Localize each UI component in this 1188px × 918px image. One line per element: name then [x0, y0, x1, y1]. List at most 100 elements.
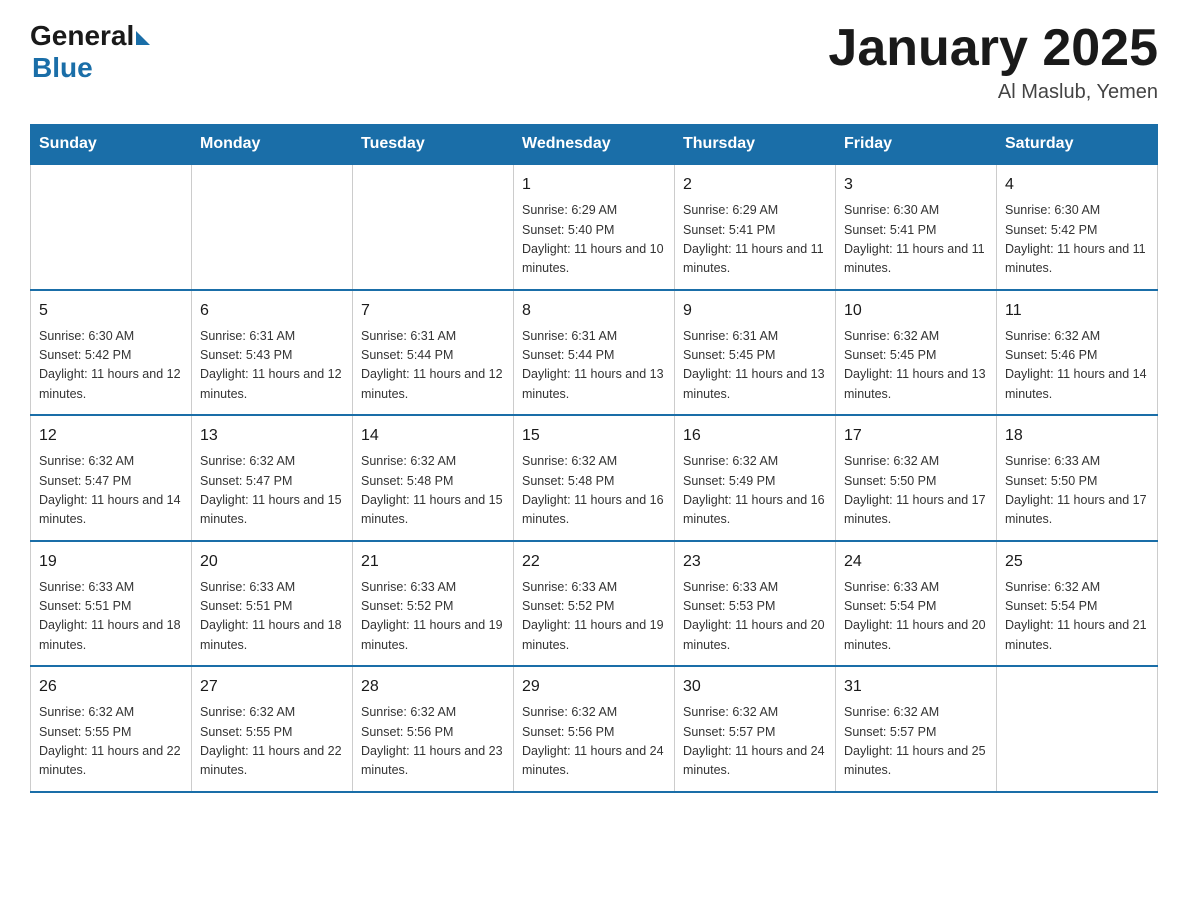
day-number: 15: [522, 424, 666, 448]
day-info: Sunrise: 6:33 AM Sunset: 5:53 PM Dayligh…: [683, 578, 827, 656]
calendar-cell: 28 Sunrise: 6:32 AM Sunset: 5:56 PM Dayli…: [353, 666, 514, 792]
day-info: Sunrise: 6:32 AM Sunset: 5:49 PM Dayligh…: [683, 452, 827, 530]
day-number: 22: [522, 550, 666, 574]
day-info: Sunrise: 6:31 AM Sunset: 5:44 PM Dayligh…: [522, 327, 666, 405]
calendar-cell: 27 Sunrise: 6:32 AM Sunset: 5:55 PM Dayli…: [192, 666, 353, 792]
day-info: Sunrise: 6:32 AM Sunset: 5:55 PM Dayligh…: [200, 703, 344, 781]
day-number: 3: [844, 173, 988, 197]
day-info: Sunrise: 6:32 AM Sunset: 5:56 PM Dayligh…: [361, 703, 505, 781]
calendar-cell: 21Sunrise: 6:33 AM Sunset: 5:52 PM Dayli…: [353, 541, 514, 667]
day-info: Sunrise: 6:32 AM Sunset: 5:57 PM Dayligh…: [683, 703, 827, 781]
calendar-cell: 16 Sunrise: 6:32 AM Sunset: 5:49 PM Dayli…: [675, 415, 836, 541]
calendar-cell: 14 Sunrise: 6:32 AM Sunset: 5:48 PM Dayli…: [353, 415, 514, 541]
logo-arrow-icon: [136, 31, 150, 45]
day-info: Sunrise: 6:32 AM Sunset: 5:56 PM Dayligh…: [522, 703, 666, 781]
calendar-cell: 11 Sunrise: 6:32 AM Sunset: 5:46 PM Dayli…: [997, 290, 1158, 416]
day-info: Sunrise: 6:32 AM Sunset: 5:48 PM Dayligh…: [361, 452, 505, 530]
day-number: 8: [522, 299, 666, 323]
day-info: Sunrise: 6:30 AM Sunset: 5:42 PM Dayligh…: [39, 327, 183, 405]
day-number: 16: [683, 424, 827, 448]
calendar-cell: [997, 666, 1158, 792]
calendar-cell: 8 Sunrise: 6:31 AM Sunset: 5:44 PM Daylig…: [514, 290, 675, 416]
weekday-header-friday: Friday: [836, 125, 997, 165]
day-number: 17: [844, 424, 988, 448]
day-number: 5: [39, 299, 183, 323]
calendar-week-row: 5 Sunrise: 6:30 AM Sunset: 5:42 PM Daylig…: [31, 290, 1158, 416]
day-info: Sunrise: 6:30 AM Sunset: 5:41 PM Dayligh…: [844, 201, 988, 279]
day-info: Sunrise: 6:32 AM Sunset: 5:50 PM Dayligh…: [844, 452, 988, 530]
day-number: 24: [844, 550, 988, 574]
day-number: 27: [200, 675, 344, 699]
calendar-cell: [353, 164, 514, 290]
day-number: 19: [39, 550, 183, 574]
calendar-cell: 24 Sunrise: 6:33 AM Sunset: 5:54 PM Dayli…: [836, 541, 997, 667]
day-number: 1: [522, 173, 666, 197]
weekday-header-saturday: Saturday: [997, 125, 1158, 165]
calendar-cell: 9 Sunrise: 6:31 AM Sunset: 5:45 PM Daylig…: [675, 290, 836, 416]
weekday-header-tuesday: Tuesday: [353, 125, 514, 165]
calendar-cell: 13 Sunrise: 6:32 AM Sunset: 5:47 PM Dayli…: [192, 415, 353, 541]
calendar-cell: 20Sunrise: 6:33 AM Sunset: 5:51 PM Dayli…: [192, 541, 353, 667]
day-number: 20: [200, 550, 344, 574]
day-number: 26: [39, 675, 183, 699]
calendar-cell: 22 Sunrise: 6:33 AM Sunset: 5:52 PM Dayli…: [514, 541, 675, 667]
logo-blue-text: Blue: [32, 52, 93, 84]
day-info: Sunrise: 6:32 AM Sunset: 5:47 PM Dayligh…: [39, 452, 183, 530]
day-number: 4: [1005, 173, 1149, 197]
day-info: Sunrise: 6:33 AM Sunset: 5:54 PM Dayligh…: [844, 578, 988, 656]
calendar-week-row: 19 Sunrise: 6:33 AM Sunset: 5:51 PM Dayli…: [31, 541, 1158, 667]
day-info: Sunrise: 6:33 AM Sunset: 5:50 PM Dayligh…: [1005, 452, 1149, 530]
logo-general-text: General: [30, 20, 134, 52]
day-number: 2: [683, 173, 827, 197]
calendar-cell: [31, 164, 192, 290]
day-info: Sunrise: 6:32 AM Sunset: 5:55 PM Dayligh…: [39, 703, 183, 781]
calendar-cell: 23 Sunrise: 6:33 AM Sunset: 5:53 PM Dayli…: [675, 541, 836, 667]
calendar-cell: 19 Sunrise: 6:33 AM Sunset: 5:51 PM Dayli…: [31, 541, 192, 667]
day-info: Sunrise: 6:33 AM Sunset: 5:52 PM Dayligh…: [522, 578, 666, 656]
calendar-cell: 30 Sunrise: 6:32 AM Sunset: 5:57 PM Dayli…: [675, 666, 836, 792]
day-number: 11: [1005, 299, 1149, 323]
day-number: 18: [1005, 424, 1149, 448]
day-info: Sunrise: 6:29 AM Sunset: 5:40 PM Dayligh…: [522, 201, 666, 279]
day-number: 6: [200, 299, 344, 323]
day-number: 14: [361, 424, 505, 448]
day-number: 10: [844, 299, 988, 323]
day-number: 28: [361, 675, 505, 699]
day-info: Sunrise: 6:32 AM Sunset: 5:46 PM Dayligh…: [1005, 327, 1149, 405]
day-info: Sunrise: 6:32 AM Sunset: 5:48 PM Dayligh…: [522, 452, 666, 530]
calendar-cell: 29 Sunrise: 6:32 AM Sunset: 5:56 PM Dayli…: [514, 666, 675, 792]
calendar-cell: 15 Sunrise: 6:32 AM Sunset: 5:48 PM Dayli…: [514, 415, 675, 541]
month-title: January 2025: [828, 20, 1158, 77]
day-number: 13: [200, 424, 344, 448]
calendar-cell: 25 Sunrise: 6:32 AM Sunset: 5:54 PM Dayli…: [997, 541, 1158, 667]
day-info: Sunrise: 6:33 AM Sunset: 5:51 PM Dayligh…: [39, 578, 183, 656]
day-number: 29: [522, 675, 666, 699]
day-number: 30: [683, 675, 827, 699]
weekday-header-monday: Monday: [192, 125, 353, 165]
day-number: 7: [361, 299, 505, 323]
calendar-cell: 7 Sunrise: 6:31 AM Sunset: 5:44 PM Daylig…: [353, 290, 514, 416]
day-number: 9: [683, 299, 827, 323]
calendar-week-row: 26 Sunrise: 6:32 AM Sunset: 5:55 PM Dayli…: [31, 666, 1158, 792]
day-info: Sunrise: 6:31 AM Sunset: 5:45 PM Dayligh…: [683, 327, 827, 405]
calendar-cell: 10Sunrise: 6:32 AM Sunset: 5:45 PM Dayli…: [836, 290, 997, 416]
day-number: 25: [1005, 550, 1149, 574]
day-number: 31: [844, 675, 988, 699]
calendar-cell: 17 Sunrise: 6:32 AM Sunset: 5:50 PM Dayli…: [836, 415, 997, 541]
calendar-cell: 2 Sunrise: 6:29 AM Sunset: 5:41 PM Daylig…: [675, 164, 836, 290]
logo: General Blue: [30, 20, 150, 84]
weekday-header-row: SundayMondayTuesdayWednesdayThursdayFrid…: [31, 125, 1158, 165]
day-number: 23: [683, 550, 827, 574]
calendar-cell: [192, 164, 353, 290]
page-header: General Blue January 2025 Al Maslub, Yem…: [30, 20, 1158, 104]
day-info: Sunrise: 6:31 AM Sunset: 5:44 PM Dayligh…: [361, 327, 505, 405]
day-info: Sunrise: 6:29 AM Sunset: 5:41 PM Dayligh…: [683, 201, 827, 279]
calendar-cell: 26 Sunrise: 6:32 AM Sunset: 5:55 PM Dayli…: [31, 666, 192, 792]
day-info: Sunrise: 6:32 AM Sunset: 5:47 PM Dayligh…: [200, 452, 344, 530]
calendar-week-row: 12Sunrise: 6:32 AM Sunset: 5:47 PM Dayli…: [31, 415, 1158, 541]
calendar-cell: 6Sunrise: 6:31 AM Sunset: 5:43 PM Daylig…: [192, 290, 353, 416]
calendar-cell: 4Sunrise: 6:30 AM Sunset: 5:42 PM Daylig…: [997, 164, 1158, 290]
day-info: Sunrise: 6:32 AM Sunset: 5:54 PM Dayligh…: [1005, 578, 1149, 656]
calendar-cell: 1 Sunrise: 6:29 AM Sunset: 5:40 PM Daylig…: [514, 164, 675, 290]
calendar-cell: 12Sunrise: 6:32 AM Sunset: 5:47 PM Dayli…: [31, 415, 192, 541]
